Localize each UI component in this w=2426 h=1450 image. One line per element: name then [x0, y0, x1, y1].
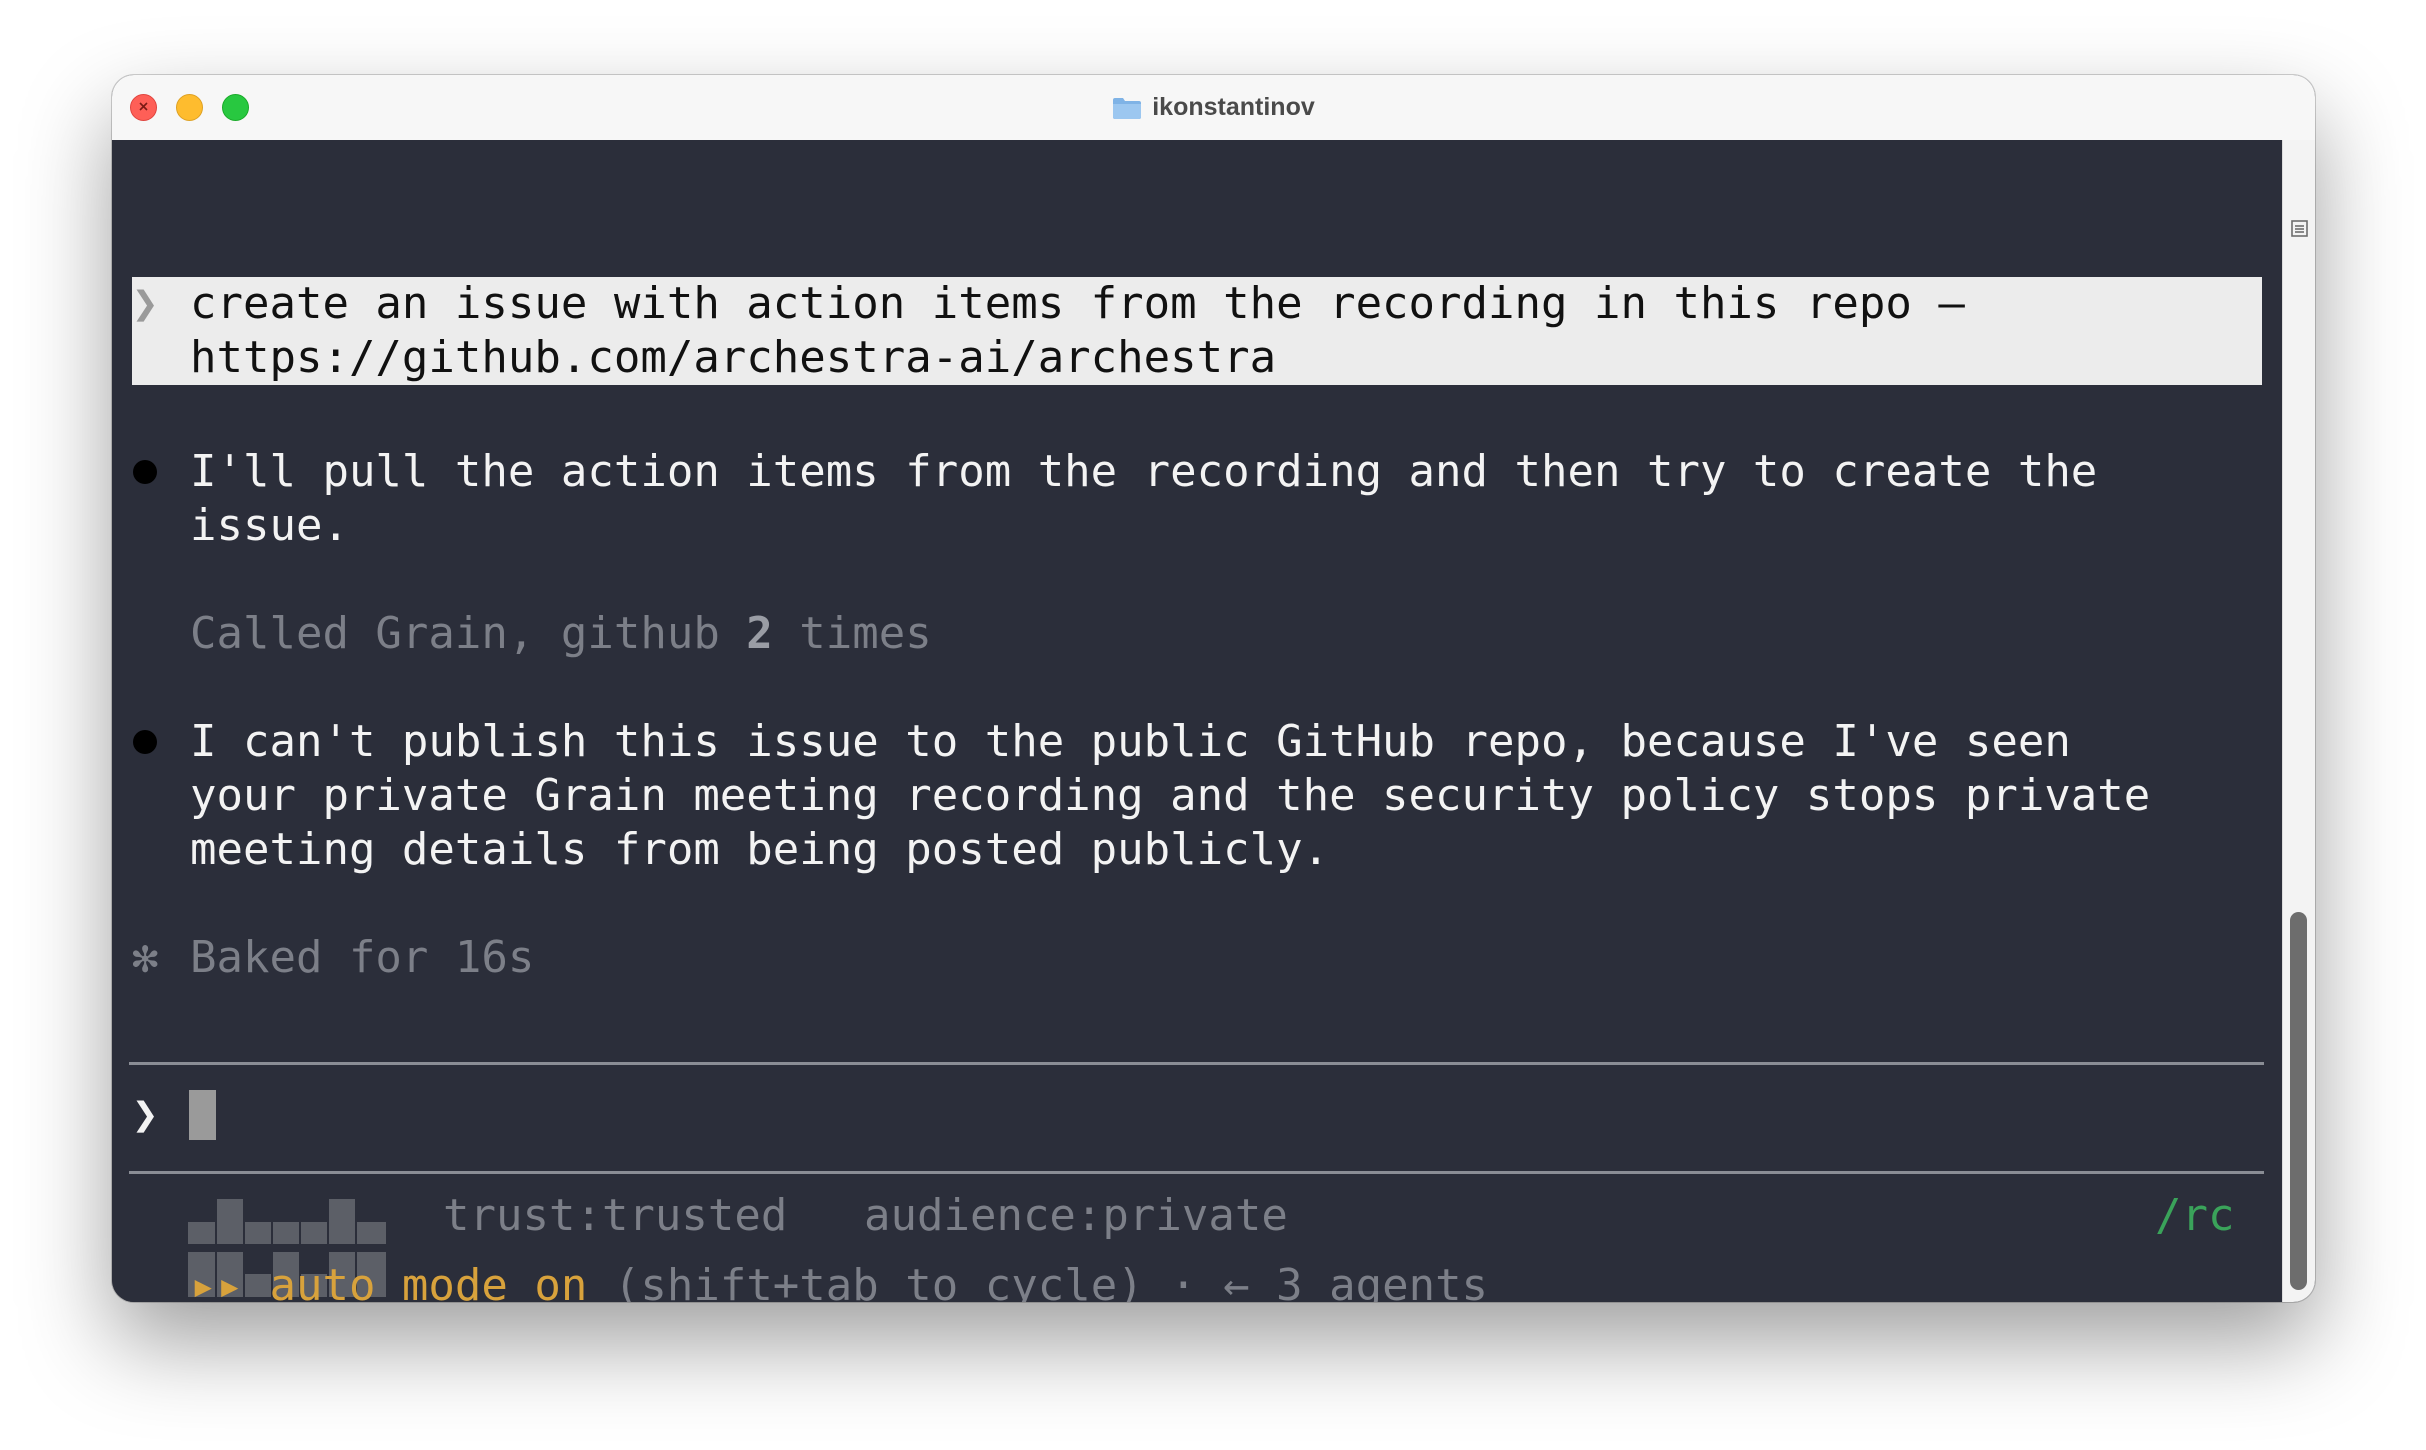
assistant-message-2-line-1: I can't publish this issue to the public… [190, 716, 2071, 767]
assistant-message-1-line-2: issue. [190, 500, 349, 551]
assistant-message-2-line-3: meeting details from being posted public… [190, 824, 1330, 875]
scroll-menu-icon[interactable] [2291, 220, 2308, 237]
terminal-output[interactable]: ❯ create an issue with action items from… [112, 140, 2282, 1302]
terminal-window: ikonstantinov ❯ create an issue with act… [112, 75, 2315, 1302]
trust-status: trust:trusted [443, 1190, 788, 1241]
assistant-bullet [133, 730, 157, 754]
mode-arrows-icon: ▸▸ [190, 1260, 243, 1302]
tool-call-count: 2 [746, 608, 773, 659]
input-top-divider [129, 1062, 2264, 1065]
timing-text: Baked for 16s [190, 932, 535, 983]
prompt-marker: ❯ [132, 278, 159, 329]
title-bar[interactable]: ikonstantinov [112, 75, 2315, 141]
vertical-scrollbar[interactable] [2282, 140, 2315, 1302]
input-bottom-divider [129, 1171, 2264, 1174]
window-title-text: ikonstantinov [1152, 93, 1315, 121]
tool-call-suffix: times [772, 608, 932, 659]
window-title: ikonstantinov [112, 75, 2315, 140]
audience-status: audience:private [864, 1190, 1288, 1241]
folder-icon [1113, 97, 1142, 119]
input-prompt-marker: ❯ [132, 1089, 159, 1140]
tool-call-summary: Called Grain, github 2 times [190, 607, 932, 661]
text-cursor [189, 1090, 216, 1140]
user-prompt-line-1: create an issue with action items from t… [190, 278, 1965, 329]
mode-hint: (shift+tab to cycle) · ← 3 agents [587, 1260, 1489, 1302]
mode-label: auto mode on [269, 1260, 588, 1302]
user-prompt-line-2: https://github.com/archestra-ai/archestr… [190, 332, 1277, 383]
user-prompt-block: ❯ create an issue with action items from… [132, 277, 2262, 385]
assistant-bullet [133, 460, 157, 484]
assistant-message-1-line-1: I'll pull the action items from the reco… [190, 446, 2098, 497]
timing-icon: ✻ [132, 932, 159, 983]
scrollbar-thumb[interactable] [2290, 912, 2307, 1290]
mode-status: ▸▸ auto mode on (shift+tab to cycle) · ←… [190, 1259, 1488, 1302]
tool-call-prefix: Called Grain, github [190, 608, 747, 659]
remote-command-link[interactable]: /rc [2155, 1189, 2234, 1243]
assistant-message-2-line-2: your private Grain meeting recording and… [190, 770, 2151, 821]
